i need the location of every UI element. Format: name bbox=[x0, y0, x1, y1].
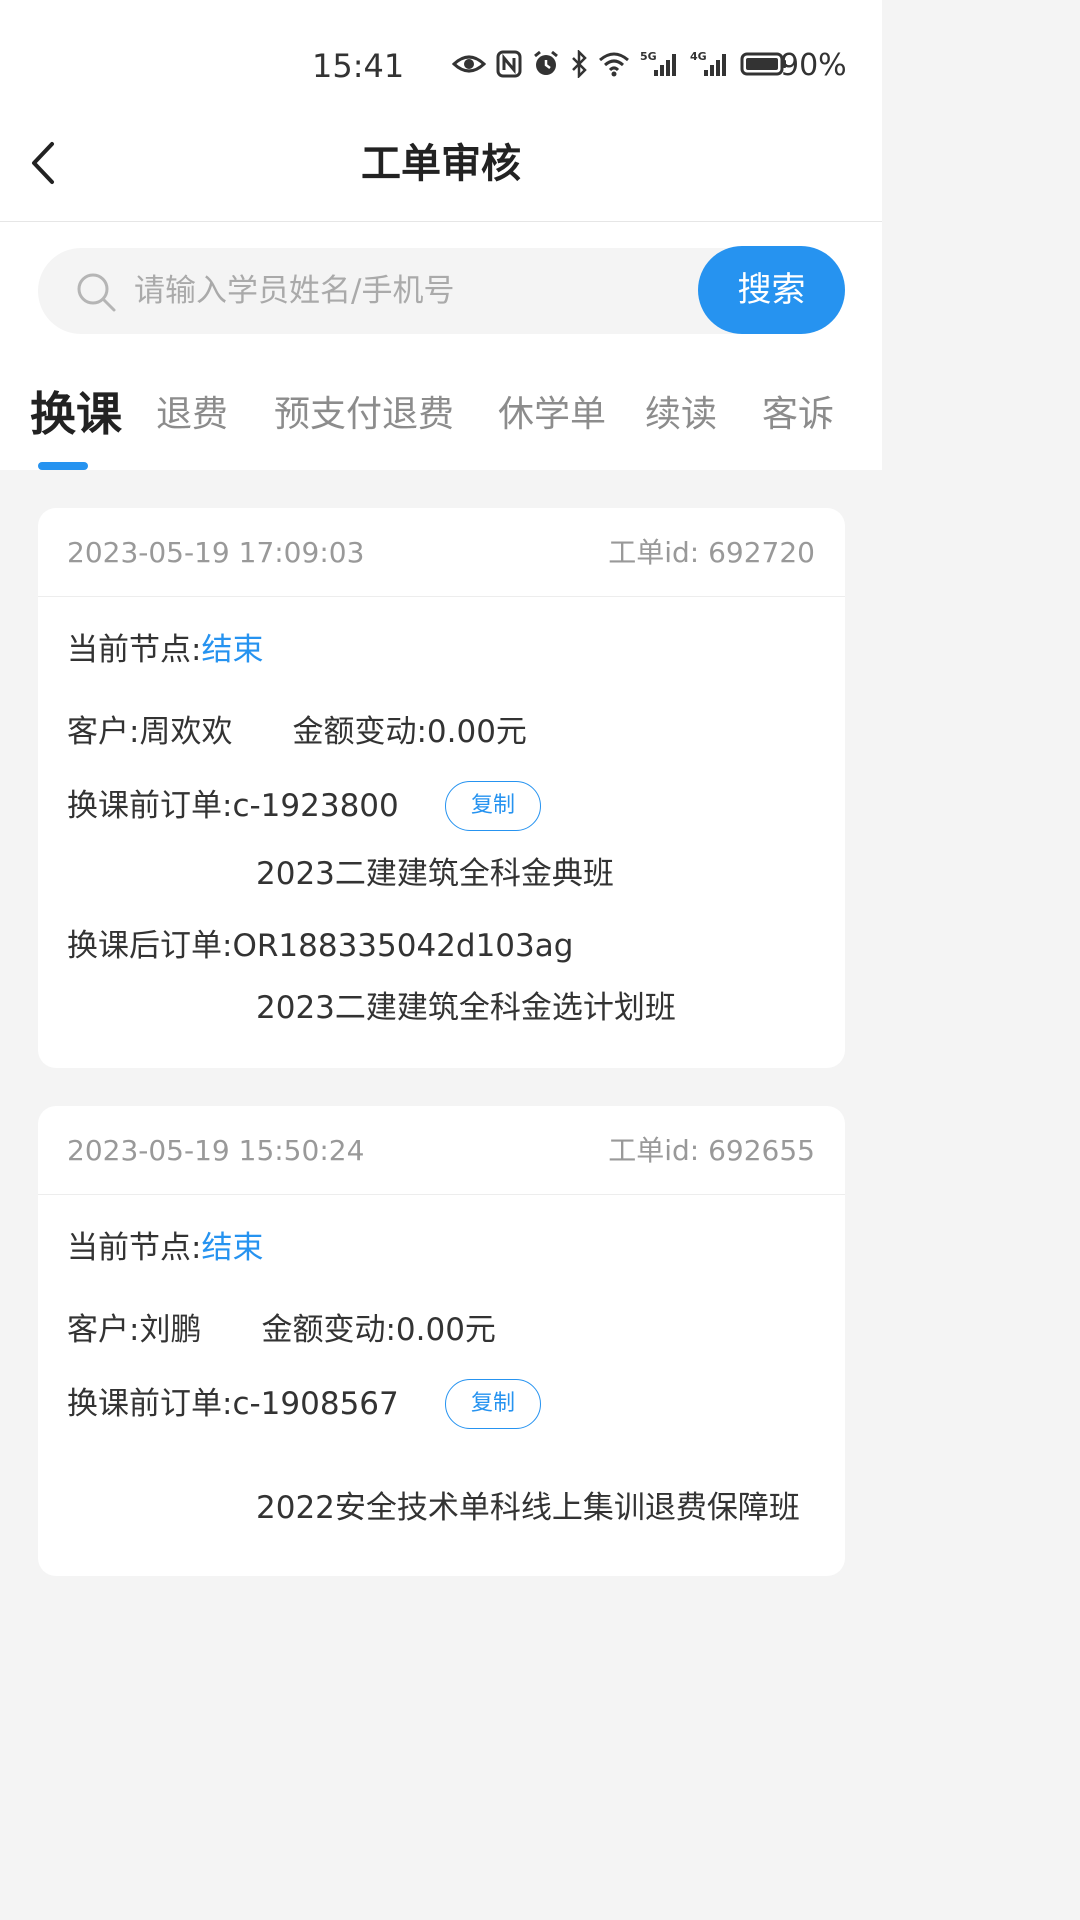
after-course-name: 2023二建建筑全科金选计划班 bbox=[256, 990, 676, 1026]
customer-label: 客户: bbox=[67, 714, 140, 750]
after-order-label: 换课后订单: bbox=[67, 928, 233, 964]
tab-refund[interactable]: 退费 bbox=[156, 390, 228, 440]
customer-name: 刘鹏 bbox=[139, 1312, 202, 1348]
customer-row: 客户:周欢欢 金额变动:0.00元 bbox=[67, 710, 527, 754]
after-order-number: OR188335042d103ag bbox=[232, 928, 574, 964]
search-area: 搜索 bbox=[0, 222, 882, 362]
order-id-label: 工单id: bbox=[608, 1134, 700, 1167]
tab-bar: 换课 退费 预支付退费 休学单 续读 客诉 bbox=[0, 362, 882, 470]
search-button[interactable]: 搜索 bbox=[698, 246, 845, 334]
order-card[interactable]: 2023-05-19 17:09:03 工单id: 692720 当前节点:结束… bbox=[38, 508, 845, 1068]
current-node-label: 当前节点: bbox=[67, 1230, 202, 1266]
before-order-row: 换课前订单:c-1908567 bbox=[67, 1382, 399, 1426]
tab-change-course[interactable]: 换课 bbox=[30, 386, 122, 442]
before-order-label: 换课前订单: bbox=[67, 1386, 233, 1422]
before-order-row: 换课前订单:c-1923800 bbox=[67, 784, 399, 828]
customer-row: 客户:刘鹏 金额变动:0.00元 bbox=[67, 1308, 496, 1352]
order-time: 2023-05-19 15:50:24 bbox=[67, 1134, 365, 1167]
order-id-value: 692720 bbox=[708, 536, 815, 569]
nav-bar: 工单审核 bbox=[0, 120, 882, 222]
page-title: 工单审核 bbox=[361, 141, 521, 187]
amount-label: 金额变动: bbox=[292, 714, 427, 750]
alarm-icon bbox=[532, 50, 560, 82]
current-node-value: 结束 bbox=[201, 1230, 264, 1266]
after-order-row: 换课后订单:OR188335042d103ag bbox=[67, 924, 573, 968]
nfc-icon bbox=[496, 50, 522, 82]
before-order-number: c-1908567 bbox=[232, 1386, 399, 1422]
status-time: 15:41 bbox=[312, 47, 405, 85]
order-card[interactable]: 2023-05-19 15:50:24 工单id: 692655 当前节点:结束… bbox=[38, 1106, 845, 1576]
wifi-icon bbox=[598, 51, 630, 81]
customer-name: 周欢欢 bbox=[139, 714, 233, 750]
signal-4g-icon: 4G bbox=[690, 50, 730, 82]
current-node-row: 当前节点:结束 bbox=[67, 628, 263, 672]
card-header: 2023-05-19 15:50:24 工单id: 692655 bbox=[38, 1106, 845, 1195]
amount-value: 0.00元 bbox=[426, 714, 527, 750]
signal-5g-icon: 5G bbox=[640, 50, 680, 82]
search-box bbox=[38, 248, 798, 334]
copy-button[interactable]: 复制 bbox=[445, 1379, 541, 1429]
before-course-name: 2023二建建筑全科金典班 bbox=[256, 856, 614, 892]
copy-button[interactable]: 复制 bbox=[445, 781, 541, 831]
amount-label: 金额变动: bbox=[261, 1312, 396, 1348]
current-node-label: 当前节点: bbox=[67, 632, 202, 668]
order-id-label: 工单id: bbox=[608, 536, 700, 569]
tab-prepay-refund[interactable]: 预支付退费 bbox=[274, 390, 454, 440]
tab-renewal[interactable]: 续读 bbox=[645, 390, 717, 440]
active-tab-indicator bbox=[38, 462, 88, 470]
badge-5g-text: 5G bbox=[640, 50, 657, 63]
eye-icon bbox=[451, 52, 487, 80]
bluetooth-icon bbox=[570, 48, 588, 82]
badge-4g-text: 4G bbox=[690, 50, 707, 63]
status-icons: 5G 4G bbox=[451, 46, 798, 86]
order-id-value: 692655 bbox=[708, 1134, 815, 1167]
before-order-label: 换课前订单: bbox=[67, 788, 233, 824]
customer-label: 客户: bbox=[67, 1312, 140, 1348]
order-time: 2023-05-19 17:09:03 bbox=[67, 536, 365, 569]
card-header: 2023-05-19 17:09:03 工单id: 692720 bbox=[38, 508, 845, 597]
current-node-value: 结束 bbox=[201, 632, 264, 668]
before-course-name: 2022安全技术单科线上集训退费保障班 bbox=[256, 1490, 800, 1526]
tab-complaint[interactable]: 客诉 bbox=[762, 390, 834, 440]
current-node-row: 当前节点:结束 bbox=[67, 1226, 263, 1270]
order-id: 工单id: 692655 bbox=[608, 1132, 815, 1170]
status-bar: 15:41 5G 4G 90% bbox=[0, 0, 882, 120]
search-icon bbox=[74, 270, 118, 314]
amount-value: 0.00元 bbox=[395, 1312, 496, 1348]
search-input[interactable] bbox=[134, 248, 694, 334]
tab-suspension[interactable]: 休学单 bbox=[498, 390, 606, 440]
before-order-number: c-1923800 bbox=[232, 788, 399, 824]
order-id: 工单id: 692720 bbox=[608, 534, 815, 572]
battery-percent: 90% bbox=[780, 48, 847, 83]
